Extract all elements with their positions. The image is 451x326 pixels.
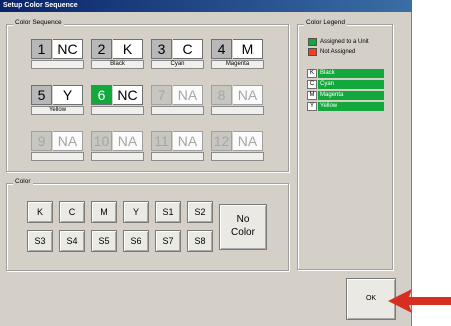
unit-color-code: NA — [233, 131, 263, 151]
no-color-button[interactable]: No Color — [219, 204, 267, 250]
sequence-unit-9: 9 NA — [31, 131, 84, 161]
legend-not-assigned: Not Assigned — [308, 47, 355, 56]
sequence-unit-10: 10 NA — [91, 131, 144, 161]
unit-color-label — [211, 152, 264, 161]
unit-number: 12 — [211, 131, 232, 151]
color-button-k[interactable]: K — [27, 201, 53, 223]
color-sequence-title: Color Sequence — [13, 19, 64, 26]
unit-color-label: Yellow — [31, 106, 84, 115]
unit-color-code[interactable]: M — [233, 39, 263, 59]
color-button-s6[interactable]: S6 — [123, 230, 149, 252]
sequence-unit-3[interactable]: 3C Cyan — [151, 39, 204, 69]
unit-color-label: Cyan — [151, 60, 204, 69]
legend-mapping-y: Y Yellow — [307, 102, 384, 112]
unit-color-label — [31, 152, 84, 161]
unit-color-label: Black — [91, 60, 144, 69]
sequence-unit-6[interactable]: 6 NC — [91, 85, 144, 115]
unit-number: 6 — [91, 85, 112, 105]
mapping-color-name: Yellow — [318, 102, 384, 111]
unit-number: 7 — [151, 85, 172, 105]
setup-color-sequence-dialog: Setup Color Sequence Color Sequence 1 NC … — [0, 0, 412, 326]
mapping-color-name: Cyan — [318, 80, 384, 89]
unit-color-code[interactable]: NC — [53, 39, 83, 59]
unit-number: 11 — [151, 131, 172, 151]
color-button-s7[interactable]: S7 — [155, 230, 181, 252]
sequence-unit-12: 12 NA — [211, 131, 264, 161]
red-pointer-arrow-icon — [388, 289, 451, 313]
unit-color-code: NA — [113, 131, 143, 151]
no-color-label-line1: No — [236, 214, 250, 225]
color-sequence-group: Color Sequence 1 NC 2K Black 3C Cyan 4M M… — [6, 19, 289, 172]
sequence-unit-7: 7 NA — [151, 85, 204, 115]
unit-number: 5 — [31, 85, 52, 105]
color-button-s8[interactable]: S8 — [187, 230, 213, 252]
not-assigned-swatch — [308, 47, 317, 56]
unit-color-code: NA — [173, 85, 203, 105]
color-button-s3[interactable]: S3 — [27, 230, 53, 252]
sequence-unit-8: 8 NA — [211, 85, 264, 115]
unit-color-label — [91, 106, 144, 115]
mapping-color-name: Magenta — [318, 91, 384, 100]
unit-number: 4 — [211, 39, 232, 59]
color-button-s4[interactable]: S4 — [59, 230, 85, 252]
unit-color-code: NA — [233, 85, 263, 105]
mapping-letter: Y — [307, 102, 317, 111]
sequence-unit-11: 11 NA — [151, 131, 204, 161]
window-title: Setup Color Sequence — [0, 0, 412, 12]
unit-number: 10 — [91, 131, 112, 151]
unit-color-code[interactable]: K — [113, 39, 143, 59]
unit-number: 9 — [31, 131, 52, 151]
sequence-unit-4[interactable]: 4M Magenta — [211, 39, 264, 69]
unit-color-label — [31, 60, 84, 69]
sequence-unit-1[interactable]: 1 NC — [31, 39, 84, 69]
mapping-letter: C — [307, 80, 317, 89]
sequence-unit-2[interactable]: 2K Black — [91, 39, 144, 69]
color-button-c[interactable]: C — [59, 201, 85, 223]
unit-color-code[interactable]: Y — [53, 85, 83, 105]
assigned-label: Assigned to a Unit — [320, 38, 369, 45]
unit-number: 1 — [31, 39, 52, 59]
color-button-s1[interactable]: S1 — [155, 201, 181, 223]
color-legend-group: Color Legend Assigned to a Unit Not Assi… — [297, 19, 393, 270]
color-button-m[interactable]: M — [91, 201, 117, 223]
color-button-s2[interactable]: S2 — [187, 201, 213, 223]
legend-mapping-c: C Cyan — [307, 80, 384, 90]
color-button-s5[interactable]: S5 — [91, 230, 117, 252]
legend-assigned: Assigned to a Unit — [308, 37, 369, 46]
unit-color-code[interactable]: NC — [113, 85, 143, 105]
unit-color-label — [91, 152, 144, 161]
unit-color-code: NA — [53, 131, 83, 151]
mapping-letter: M — [307, 91, 317, 100]
not-assigned-label: Not Assigned — [320, 48, 356, 55]
color-group-title: Color — [13, 178, 33, 185]
mapping-letter: K — [307, 69, 317, 78]
unit-number: 2 — [91, 39, 112, 59]
unit-color-code: NA — [173, 131, 203, 151]
color-legend-title: Color Legend — [304, 19, 348, 26]
unit-color-label — [151, 152, 204, 161]
unit-number: 3 — [151, 39, 172, 59]
legend-mapping-k: K Black — [307, 69, 384, 79]
sequence-unit-5[interactable]: 5Y Yellow — [31, 85, 84, 115]
color-group: Color K C M Y S1 S2 S3 S4 S5 S6 S7 S8 No… — [6, 178, 289, 271]
assigned-swatch — [308, 37, 317, 46]
unit-color-label — [211, 106, 264, 115]
unit-color-label — [151, 106, 204, 115]
no-color-label-line2: Color — [231, 227, 255, 238]
mapping-color-name: Black — [318, 69, 384, 78]
unit-color-label: Magenta — [211, 60, 264, 69]
color-button-y[interactable]: Y — [123, 201, 149, 223]
legend-mapping-m: M Magenta — [307, 91, 384, 101]
unit-number: 8 — [211, 85, 232, 105]
unit-color-code[interactable]: C — [173, 39, 203, 59]
